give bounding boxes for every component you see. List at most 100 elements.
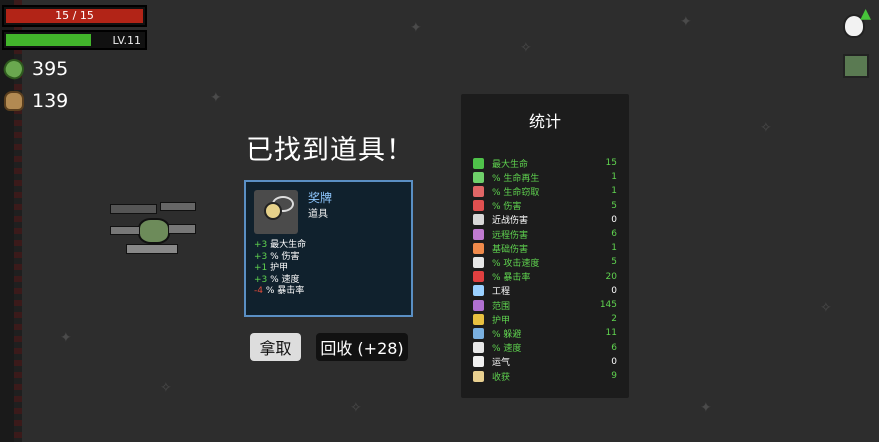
item-effect-row: +1 护甲 [254,263,306,275]
stat-row: % 生命窃取 1 [473,184,617,198]
regen-icon [473,171,484,183]
material-icon [0,55,28,83]
stat-value: 1 [611,243,617,254]
melee-icon [473,214,484,226]
crit-icon [473,271,484,283]
stat-row: % 躲避 11 [473,326,617,340]
attack-speed-icon [473,256,484,268]
level-up-indicator: ▲ [841,6,871,38]
item-card: 奖牌 道具 +3 最大生命 +3 % 伤害 +1 护甲 +3 % 速度 -4 % 暴击率 [244,180,413,317]
stat-value: 1 [611,172,617,183]
materials-value: 395 [32,58,69,80]
item-type: 道具 [308,209,328,220]
ground-debris: ✦ [700,400,712,416]
stat-label: % 速度 [492,344,522,355]
stat-label: % 生命再生 [492,173,540,184]
level-text: LV.11 [112,34,141,47]
stat-label: % 暴击率 [492,273,531,284]
medal-disc [264,202,282,220]
stat-value: 20 [605,271,617,282]
ground-debris: ✧ [160,380,172,396]
medal-icon [254,190,298,234]
stat-label: % 躲避 [492,329,522,340]
stat-row: 近战伤害 0 [473,213,617,227]
recycle-button[interactable]: 回收 (+28) [316,333,408,361]
stat-label: 收获 [492,372,511,383]
stat-row: % 攻击速度 5 [473,255,617,269]
elemental-icon [473,242,484,254]
stat-value: 11 [605,328,617,339]
stat-label: % 伤害 [492,202,522,213]
item-effect-amount: +1 [254,263,268,273]
item-effect-amount: +3 [254,240,268,250]
bag-icon [4,91,24,111]
up-arrow-icon: ▲ [860,6,871,22]
stat-label: 工程 [492,287,511,298]
item-effect-amount: +3 [254,274,268,285]
stat-row: 工程 0 [473,284,617,298]
ground-debris: ✦ [680,14,692,30]
bag-counter: 139 [4,89,68,113]
materials-counter: 395 [0,55,69,83]
stat-row: % 暴击率 20 [473,270,617,284]
item-effect-label: 最大生命 [267,240,307,250]
item-effect-row: +3 % 伤害 [254,252,306,264]
heart-icon [473,157,484,169]
take-button[interactable]: 拿取 [250,333,301,361]
stat-label: 近战伤害 [492,216,529,227]
stat-value: 1 [611,186,617,197]
stat-label: 范围 [492,301,511,312]
armor-icon [473,313,484,325]
ground-debris: ✦ [60,330,72,346]
item-effect-amount: +3 [254,251,268,262]
bag-value: 139 [32,90,69,112]
stat-row: 基础伤害 1 [473,241,617,255]
health-bar: 15 / 15 [2,5,147,27]
item-effect-row: +3 % 速度 [254,275,306,287]
stat-row: 远程伤害 6 [473,227,617,241]
item-effect-label: % 速度 [267,274,300,285]
stat-value: 15 [605,158,617,168]
ground-debris: ✧ [520,40,532,56]
item-effect-amount: -4 [254,286,263,296]
stat-row: % 伤害 5 [473,199,617,213]
stat-label: % 攻击速度 [492,258,540,269]
item-effect-label: % 伤害 [267,251,300,262]
stats-title: 统计 [528,112,561,131]
stat-value: 0 [611,214,617,225]
item-effect-row: +3 最大生命 [254,240,306,252]
stat-row: % 生命再生 1 [473,170,617,184]
experience-bar-fill [6,34,91,46]
stat-value: 5 [611,200,617,211]
lifesteal-icon [473,185,484,197]
weapon-sprite [168,224,196,234]
item-found-title: 已找到道具！ [246,135,414,166]
experience-bar: LV.11 [2,30,147,50]
stat-row: 收获 9 [473,369,617,383]
range-icon [473,299,484,311]
stat-value: 6 [611,229,617,239]
damage-icon [473,200,484,212]
stat-row: 最大生命 15 [473,156,617,170]
stat-row: 范围 145 [473,298,617,312]
stat-row: 护甲 2 [473,312,617,326]
ground-debris: ✦ [210,90,222,106]
stat-label: 远程伤害 [492,230,529,241]
player-character [110,200,196,260]
stat-value: 5 [611,257,617,268]
stat-label: % 生命窃取 [492,187,540,198]
item-effects: +3 最大生命 +3 % 伤害 +1 护甲 +3 % 速度 -4 % 暴击率 [254,240,306,298]
harvesting-icon [473,370,484,382]
stat-label: 基础伤害 [492,244,529,255]
weapon-sprite [110,204,157,214]
item-effect-row: -4 % 暴击率 [254,286,306,298]
stat-value: 9 [611,371,617,381]
item-effect-label: % 暴击率 [262,286,305,296]
ground-debris: ✧ [350,400,362,416]
weapon-sprite [110,226,140,235]
dodge-icon [473,327,484,339]
weapon-sprite [126,244,178,254]
item-effect-label: 护甲 [267,263,289,273]
stat-label: 护甲 [492,315,511,326]
speed-icon [473,342,484,354]
